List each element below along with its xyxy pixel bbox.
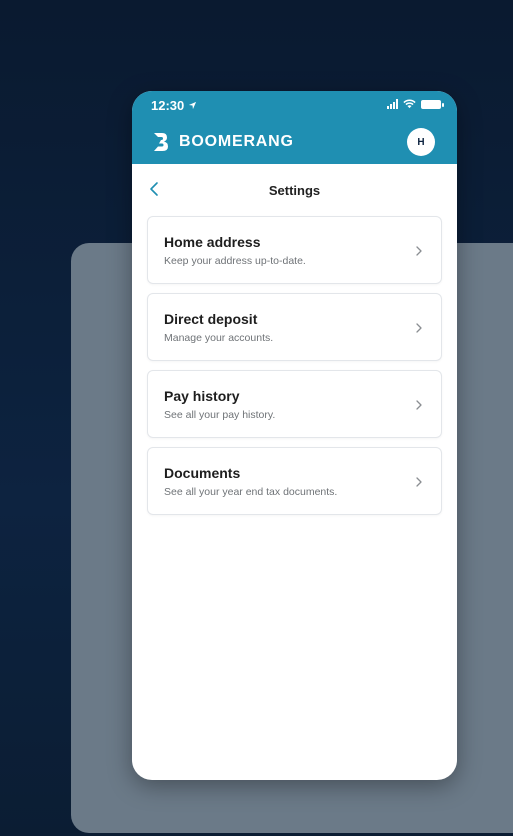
battery-icon xyxy=(421,99,444,109)
chevron-right-icon xyxy=(416,246,422,256)
status-bar: 12:30 xyxy=(132,91,457,119)
brand-name: BOOMERANG xyxy=(179,133,294,150)
settings-item-title: Documents xyxy=(164,465,241,481)
location-arrow-icon xyxy=(189,101,197,110)
settings-item-title: Direct deposit xyxy=(164,311,258,327)
settings-list: Home address Keep your address up-to-dat… xyxy=(132,216,457,515)
settings-item-documents[interactable]: Documents See all your year end tax docu… xyxy=(147,447,442,515)
settings-item-subtitle: See all your pay history. xyxy=(164,409,276,421)
brand-logo: BOOMERANG xyxy=(151,131,294,153)
settings-item-subtitle: Keep your address up-to-date. xyxy=(164,255,306,267)
chevron-right-icon xyxy=(416,323,422,333)
chevron-right-icon xyxy=(416,477,422,487)
page-title: Settings xyxy=(268,182,321,198)
boomerang-logo-icon xyxy=(154,133,168,151)
status-time: 12:30 xyxy=(151,98,197,113)
settings-item-direct-deposit[interactable]: Direct deposit Manage your accounts. xyxy=(147,293,442,361)
navigation-bar: Settings xyxy=(132,164,457,216)
chevron-right-icon xyxy=(416,400,422,410)
settings-item-pay-history[interactable]: Pay history See all your pay history. xyxy=(147,370,442,438)
settings-item-title: Home address xyxy=(164,234,261,250)
avatar[interactable]: H xyxy=(407,128,435,156)
back-arrow-icon[interactable] xyxy=(146,179,162,199)
phone-screen: 12:30 BOOMERANG H Settings Home address … xyxy=(132,91,457,780)
settings-item-subtitle: Manage your accounts. xyxy=(164,332,274,344)
signal-icon xyxy=(387,99,398,109)
settings-item-home-address[interactable]: Home address Keep your address up-to-dat… xyxy=(147,216,442,284)
settings-item-title: Pay history xyxy=(164,388,240,404)
app-header: BOOMERANG H xyxy=(132,119,457,164)
settings-item-subtitle: See all your year end tax documents. xyxy=(164,486,338,498)
status-time-text: 12:30 xyxy=(151,98,185,113)
wifi-icon xyxy=(403,99,416,109)
status-icons xyxy=(387,99,444,109)
